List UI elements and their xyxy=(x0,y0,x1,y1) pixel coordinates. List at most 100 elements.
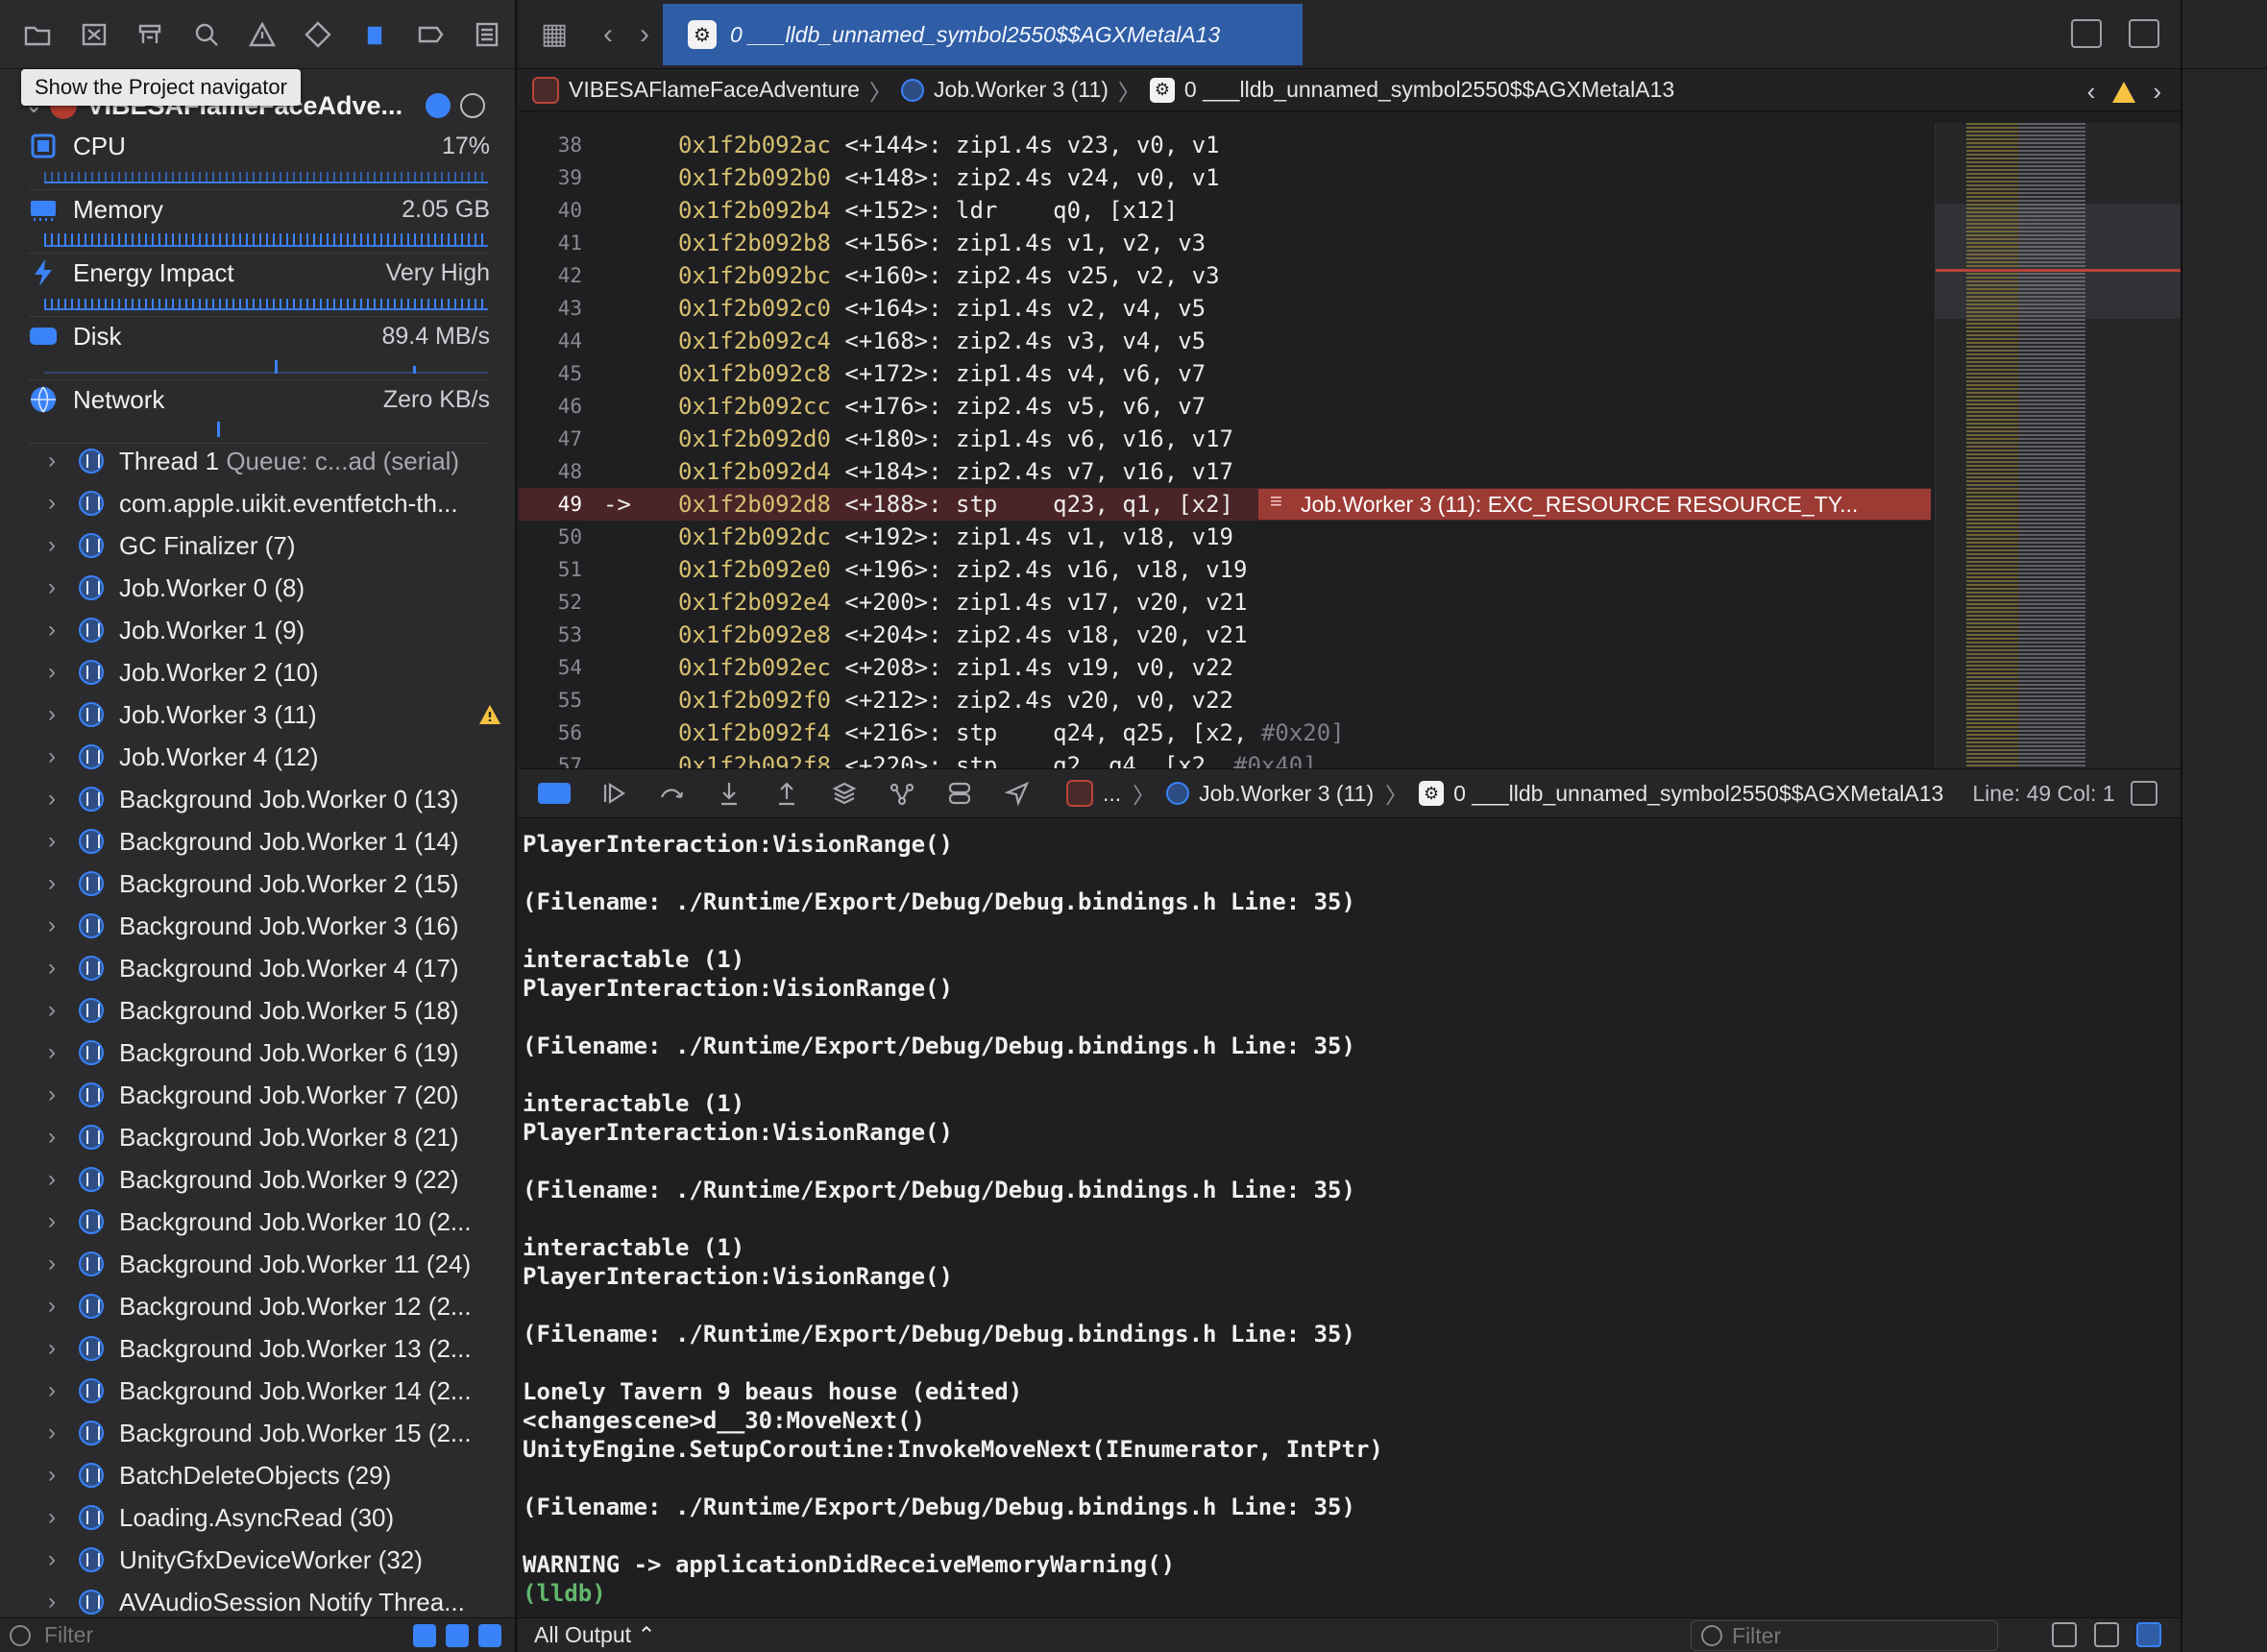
environment-overrides-icon[interactable] xyxy=(945,779,974,808)
gauge-memory[interactable]: Memory 2.05 GB xyxy=(29,190,490,254)
thread-row[interactable]: › Job.Worker 4 (12) xyxy=(0,736,515,778)
show-variables-view-icon[interactable] xyxy=(2094,1622,2119,1647)
disclosure-chevron-icon[interactable]: › xyxy=(48,1462,63,1489)
code-line[interactable]: 57 0x1f2b092f8 <+220>: stp q2, q4, [x2, #… xyxy=(519,749,1931,768)
debug-crumb-frame[interactable]: 0 ___lldb_unnamed_symbol2550$$AGXMetalA1… xyxy=(1453,781,1943,807)
disclosure-chevron-icon[interactable]: › xyxy=(48,786,63,813)
code-line[interactable]: 45 0x1f2b092c8 <+172>: zip1.4s v4, v6, v7 xyxy=(519,357,1931,390)
code-line[interactable]: 51 0x1f2b092e0 <+196>: zip2.4s v16, v18, … xyxy=(519,553,1931,586)
symbol-navigator-icon[interactable] xyxy=(122,6,178,63)
code-line[interactable]: 54 0x1f2b092ec <+208>: zip1.4s v19, v0, v… xyxy=(519,651,1931,684)
console-filter-input[interactable]: Filter xyxy=(1732,1623,1781,1649)
thread-row[interactable]: › Thread 1 Queue: c...ad (serial) xyxy=(0,440,515,482)
disclosure-chevron-icon[interactable]: › xyxy=(48,1589,63,1616)
next-issue-icon[interactable]: › xyxy=(2153,77,2161,107)
report-navigator-icon[interactable] xyxy=(459,6,515,63)
gauge-network[interactable]: Network Zero KB/s xyxy=(29,380,490,444)
simulate-location-icon[interactable] xyxy=(1003,779,1032,808)
show-crashed-filter-button[interactable] xyxy=(446,1623,469,1647)
thread-row[interactable]: › Loading.AsyncRead (30) xyxy=(0,1496,515,1539)
code-line[interactable]: 43 0x1f2b092c0 <+164>: zip1.4s v2, v4, v5 xyxy=(519,292,1931,325)
code-line[interactable]: 48 0x1f2b092d4 <+184>: zip2.4s v7, v16, v… xyxy=(519,455,1931,488)
info-icon[interactable] xyxy=(426,93,451,118)
editor-options-icon[interactable] xyxy=(2071,19,2102,48)
memory-graph-icon[interactable] xyxy=(888,779,916,808)
project-navigator-folder-icon[interactable] xyxy=(10,6,65,63)
gauge-energy[interactable]: Energy Impact Very High xyxy=(29,254,490,317)
code-line[interactable]: 55 0x1f2b092f0 <+212>: zip2.4s v20, v0, v… xyxy=(519,684,1931,717)
code-line[interactable]: 52 0x1f2b092e4 <+200>: zip1.4s v17, v20, … xyxy=(519,586,1931,619)
output-select[interactable]: All Output ⌃ xyxy=(534,1622,656,1648)
step-over-icon[interactable] xyxy=(657,779,686,808)
disclosure-chevron-icon[interactable]: › xyxy=(48,1081,63,1108)
pause-icon[interactable] xyxy=(460,93,486,118)
jumpbar-frame[interactable]: ⚙ 0 ___lldb_unnamed_symbol2550$$AGXMetalA… xyxy=(1149,77,1674,103)
disclosure-chevron-icon[interactable]: › xyxy=(48,997,63,1024)
disclosure-chevron-icon[interactable]: › xyxy=(48,1039,63,1066)
code-line[interactable]: 44 0x1f2b092c4 <+168>: zip2.4s v3, v4, v5 xyxy=(519,325,1931,357)
related-items-icon[interactable]: ▦ xyxy=(536,16,573,53)
gauge-disk[interactable]: Disk 89.4 MB/s xyxy=(29,317,490,380)
breakpoints-toggle-icon[interactable] xyxy=(538,783,571,804)
view-hierarchy-icon[interactable] xyxy=(830,779,859,808)
disassembly-view[interactable]: 38 0x1f2b092ac <+144>: zip1.4s v23, v0, v… xyxy=(519,123,1931,768)
issue-navigator-icon[interactable] xyxy=(234,6,290,63)
source-control-icon[interactable] xyxy=(65,6,121,63)
disclosure-chevron-icon[interactable]: › xyxy=(48,955,63,982)
disclosure-chevron-icon[interactable]: › xyxy=(48,1124,63,1151)
thread-row[interactable]: › BatchDeleteObjects (29) xyxy=(0,1454,515,1496)
disclosure-chevron-icon[interactable]: › xyxy=(48,912,63,939)
thread-row[interactable]: › Job.Worker 1 (9) xyxy=(0,609,515,651)
thread-row[interactable]: › Background Job.Worker 1 (14) xyxy=(0,820,515,862)
disclosure-chevron-icon[interactable]: › xyxy=(48,1335,63,1362)
thread-row[interactable]: › Job.Worker 3 (11) xyxy=(0,693,515,736)
thread-row[interactable]: › Job.Worker 0 (8) xyxy=(0,567,515,609)
thread-row[interactable]: › GC Finalizer (7) xyxy=(0,524,515,567)
disclosure-chevron-icon[interactable]: › xyxy=(48,1251,63,1277)
gauge-cpu[interactable]: CPU 17% xyxy=(29,127,490,190)
disclosure-chevron-icon[interactable]: › xyxy=(48,532,63,559)
disclosure-chevron-icon[interactable]: › xyxy=(48,870,63,897)
thread-row[interactable]: › Background Job.Worker 15 (2... xyxy=(0,1412,515,1454)
navigator-filter-input[interactable]: Filter xyxy=(44,1622,93,1648)
minimap[interactable] xyxy=(1935,123,2181,768)
previous-issue-icon[interactable]: ‹ xyxy=(2087,77,2096,107)
debug-crumb-ellipsis[interactable]: ... xyxy=(1103,781,1121,807)
step-into-icon[interactable] xyxy=(715,779,743,808)
thread-row[interactable]: › Background Job.Worker 13 (2... xyxy=(0,1327,515,1370)
disclosure-chevron-icon[interactable]: › xyxy=(48,448,63,474)
code-line[interactable]: 38 0x1f2b092ac <+144>: zip1.4s v23, v0, v… xyxy=(519,129,1931,161)
thread-row[interactable]: › Background Job.Worker 3 (16) xyxy=(0,905,515,947)
thread-row[interactable]: › Background Job.Worker 6 (19) xyxy=(0,1032,515,1074)
show-running-filter-button[interactable] xyxy=(413,1623,436,1647)
warning-icon[interactable] xyxy=(2112,81,2136,103)
code-line[interactable]: 46 0x1f2b092cc <+176>: zip2.4s v5, v6, v7 xyxy=(519,390,1931,423)
thread-row[interactable]: › Background Job.Worker 11 (24) xyxy=(0,1243,515,1285)
editor-tab[interactable]: ⚙ 0 ___lldb_unnamed_symbol2550$$AGXMetal… xyxy=(663,4,1303,65)
disclosure-chevron-icon[interactable]: › xyxy=(48,1504,63,1531)
disclosure-chevron-icon[interactable]: › xyxy=(48,1166,63,1193)
thread-row[interactable]: › Background Job.Worker 10 (2... xyxy=(0,1201,515,1243)
back-chevron-icon[interactable]: ‹ xyxy=(590,16,626,53)
debug-navigator-icon[interactable] xyxy=(347,6,402,63)
find-navigator-icon[interactable] xyxy=(178,6,233,63)
thread-row[interactable]: › Job.Worker 2 (10) xyxy=(0,651,515,693)
exception-banner[interactable]: Job.Worker 3 (11): EXC_RESOURCE RESOURCE… xyxy=(1258,489,1931,520)
disclosure-chevron-icon[interactable]: › xyxy=(48,574,63,601)
continue-icon[interactable] xyxy=(599,779,628,808)
code-line[interactable]: 42 0x1f2b092bc <+160>: zip2.4s v25, v2, v… xyxy=(519,259,1931,292)
thread-row[interactable]: › com.apple.uikit.eventfetch-th... xyxy=(0,482,515,524)
console-output[interactable]: PlayerInteraction:VisionRange() (Filename… xyxy=(519,818,2181,1617)
test-navigator-icon[interactable] xyxy=(290,6,346,63)
add-editor-icon[interactable] xyxy=(2129,19,2159,48)
code-line[interactable]: 53 0x1f2b092e8 <+204>: zip2.4s v18, v20, … xyxy=(519,619,1931,651)
disclosure-chevron-icon[interactable]: › xyxy=(48,1420,63,1446)
thread-row[interactable]: › Background Job.Worker 2 (15) xyxy=(0,862,515,905)
current-instruction-line[interactable]: 49 -> 0x1f2b092d8 <+188>: stp q23, q1, [x2… xyxy=(519,488,1931,521)
thread-row[interactable]: › Background Job.Worker 0 (13) xyxy=(0,778,515,820)
breakpoint-navigator-icon[interactable] xyxy=(402,6,458,63)
debug-crumb-thread[interactable]: Job.Worker 3 (11) xyxy=(1199,781,1374,807)
code-line[interactable]: 47 0x1f2b092d0 <+180>: zip1.4s v6, v16, v… xyxy=(519,423,1931,455)
step-out-icon[interactable] xyxy=(772,779,801,808)
disclosure-chevron-icon[interactable]: › xyxy=(48,1546,63,1573)
